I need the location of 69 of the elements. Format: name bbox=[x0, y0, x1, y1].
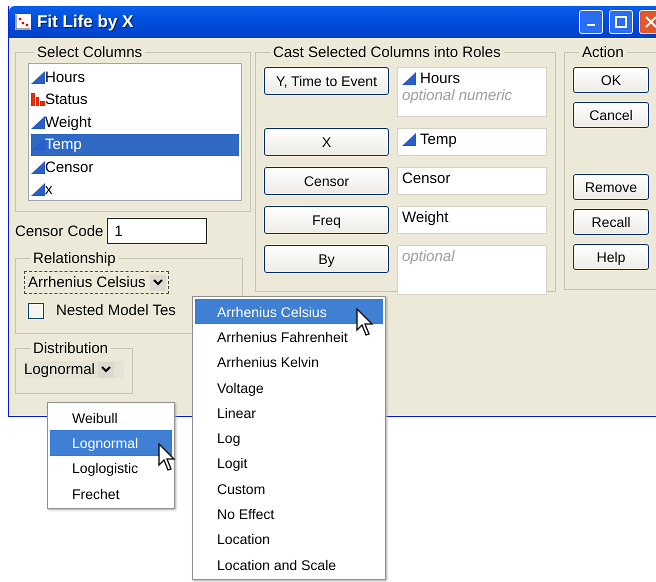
panel-title: Cast Selected Columns into Roles bbox=[272, 44, 502, 61]
maximize-button[interactable] bbox=[609, 10, 633, 34]
checkbox[interactable] bbox=[28, 302, 44, 318]
field-label: Censor Code bbox=[15, 222, 104, 240]
column-item[interactable]: Censor bbox=[31, 156, 239, 178]
menu-item[interactable]: Location bbox=[195, 526, 383, 552]
bar-chart-icon bbox=[31, 93, 45, 106]
window-title: Fit Life by X bbox=[37, 12, 134, 32]
menu-item[interactable]: Weibull bbox=[50, 405, 172, 430]
menu-item[interactable]: Arrhenius Kelvin bbox=[195, 350, 383, 375]
role-button[interactable]: X bbox=[264, 128, 389, 156]
menu-item[interactable]: Arrhenius Fahrenheit bbox=[195, 324, 383, 350]
action-button[interactable]: Cancel bbox=[573, 102, 649, 128]
panel-title: Select Columns bbox=[36, 44, 144, 61]
panel-title: Distribution bbox=[32, 340, 110, 357]
menu-item[interactable]: Location and Scale bbox=[195, 552, 383, 578]
role-button[interactable]: Censor bbox=[264, 167, 389, 195]
panel-title: Action bbox=[581, 44, 625, 61]
menu-item[interactable]: Voltage bbox=[195, 374, 383, 400]
menu-item[interactable]: Custom bbox=[195, 476, 383, 502]
caret-icon bbox=[152, 279, 163, 286]
action-button[interactable]: Help bbox=[573, 244, 649, 270]
role-list[interactable]: Weight bbox=[397, 206, 547, 234]
role-list[interactable]: Hours optional numeric bbox=[397, 67, 547, 117]
role-button[interactable]: By bbox=[264, 245, 389, 273]
role-list[interactable]: Temp bbox=[397, 128, 547, 156]
checkbox-label: Nested Model Tes bbox=[56, 302, 176, 319]
placeholder-text: optional numeric bbox=[402, 87, 514, 104]
role-entry: Weight bbox=[402, 209, 448, 226]
column-item[interactable]: x bbox=[31, 178, 239, 201]
menu-item[interactable]: Arrhenius Celsius bbox=[195, 299, 383, 324]
close-icon bbox=[645, 16, 656, 28]
censor-code-field[interactable]: 1 bbox=[107, 218, 208, 244]
role-entry: Hours bbox=[420, 70, 460, 87]
continuous-icon bbox=[31, 183, 45, 196]
continuous-icon bbox=[402, 133, 416, 146]
continuous-icon bbox=[402, 72, 416, 85]
placeholder-text: optional bbox=[402, 248, 456, 265]
action-button[interactable]: Remove bbox=[573, 174, 649, 200]
column-item[interactable]: Weight bbox=[31, 111, 239, 134]
menu-item[interactable]: Linear bbox=[195, 400, 383, 426]
column-item[interactable]: Hours bbox=[31, 66, 239, 88]
relationship-dropdown[interactable]: Arrhenius Celsius bbox=[24, 271, 169, 294]
pointer-icon bbox=[356, 308, 376, 338]
menu-item[interactable]: Lognormal bbox=[50, 430, 172, 456]
role-button[interactable]: Y, Time to Event bbox=[264, 67, 389, 95]
menu-item[interactable]: Logit bbox=[195, 450, 383, 476]
caret-icon bbox=[100, 366, 111, 373]
chart-icon bbox=[15, 14, 31, 30]
continuous-icon bbox=[31, 160, 45, 174]
role-entry: Temp bbox=[420, 131, 457, 148]
action-button[interactable]: Recall bbox=[573, 209, 649, 235]
role-entry: Censor bbox=[402, 170, 450, 187]
action-button[interactable]: OK bbox=[573, 67, 649, 93]
menu-item[interactable]: Log bbox=[195, 425, 383, 451]
minimize-button[interactable] bbox=[579, 10, 603, 34]
panel-title: Relationship bbox=[32, 250, 117, 267]
role-list[interactable]: Censor bbox=[397, 167, 547, 195]
continuous-icon bbox=[31, 116, 45, 129]
column-item[interactable]: Status bbox=[31, 88, 239, 111]
continuous-icon bbox=[31, 138, 45, 152]
menu-item[interactable]: No Effect bbox=[195, 501, 383, 527]
menu-item[interactable]: Loglogistic bbox=[50, 456, 172, 481]
role-button[interactable]: Freq bbox=[264, 206, 389, 234]
continuous-icon bbox=[31, 70, 45, 84]
maximize-icon bbox=[615, 16, 627, 28]
close-button[interactable] bbox=[639, 10, 656, 34]
column-item[interactable]: Temp bbox=[31, 134, 239, 156]
menu-item[interactable]: Frechet bbox=[50, 480, 172, 506]
